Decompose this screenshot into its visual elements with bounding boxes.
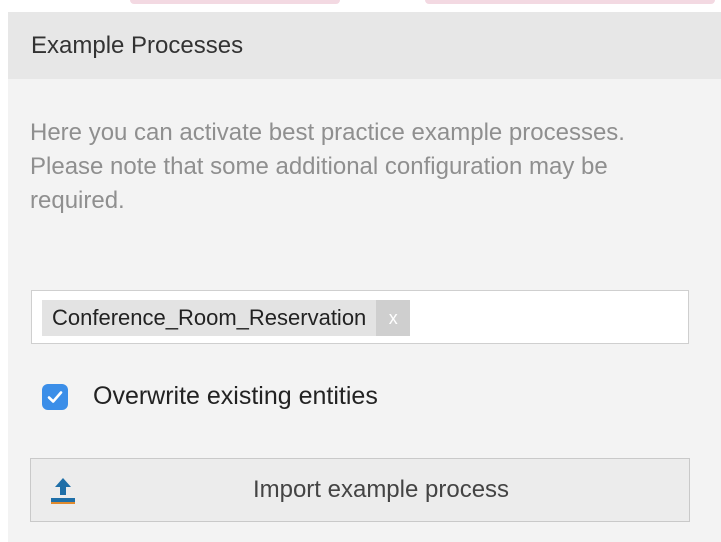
tab-edge-left — [130, 0, 340, 4]
selected-process-tag: Conference_Room_Reservation x — [42, 300, 411, 336]
panel-description: Here you can activate best practice exam… — [30, 119, 625, 214]
example-process-select[interactable]: Conference_Room_Reservation x — [31, 290, 689, 344]
import-button-label: Import example process — [252, 476, 510, 503]
remove-tag-button[interactable]: x — [376, 300, 411, 336]
overwrite-checkbox[interactable] — [42, 383, 68, 410]
checkmark-icon — [47, 390, 63, 403]
panel-header: Example Processes — [8, 12, 721, 79]
import-example-process-button[interactable]: Import example process — [30, 458, 690, 522]
example-processes-panel: Example Processes Here you can activate … — [8, 12, 721, 542]
top-edge-strip — [0, 0, 721, 12]
overwrite-label[interactable]: Overwrite existing entities — [93, 382, 378, 411]
panel-title: Example Processes — [31, 32, 244, 59]
overwrite-option-row: Overwrite existing entities — [42, 382, 378, 411]
tab-edge-right — [425, 0, 715, 4]
selected-process-label: Conference_Room_Reservation — [52, 305, 367, 330]
